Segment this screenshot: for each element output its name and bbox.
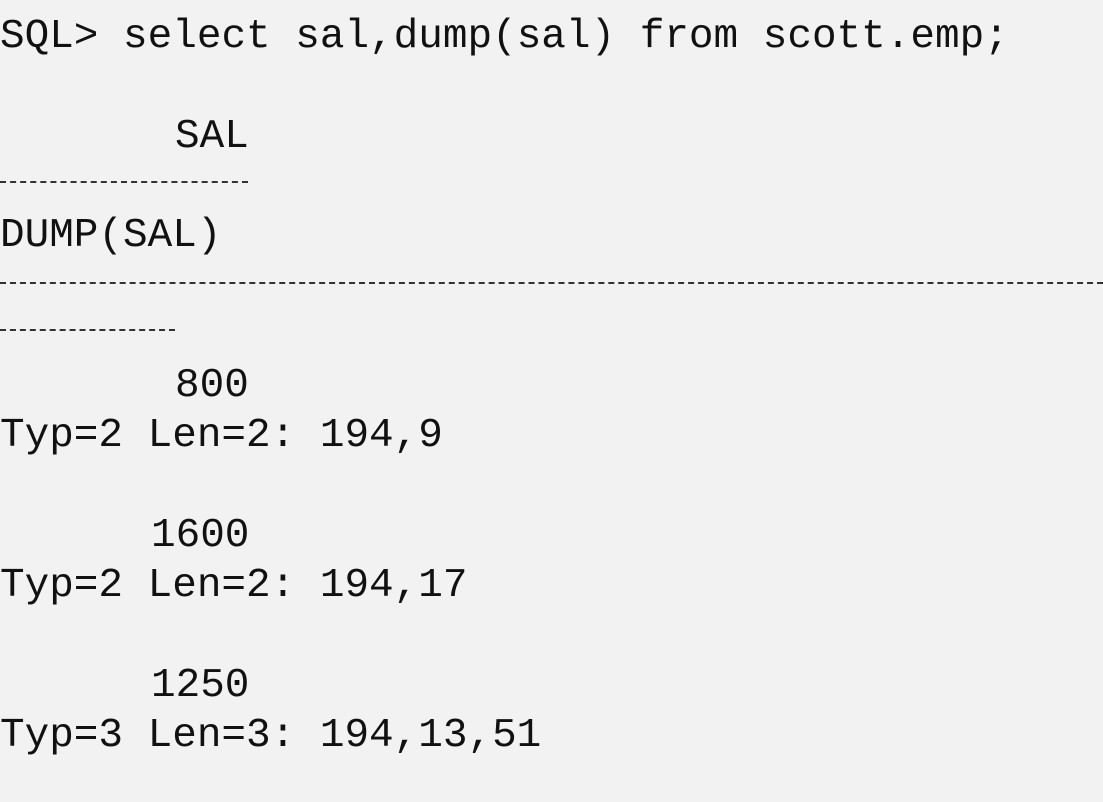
row-1-sal: 800 <box>175 363 249 409</box>
row-3-sal: 1250 <box>151 663 250 709</box>
row-3-dump: Typ=3 Len=3: 194,13,51 <box>0 713 542 759</box>
sqlplus-terminal[interactable]: SQL> select sal,dump(sal) from scott.emp… <box>0 0 1103 802</box>
row-1-dump: Typ=2 Len=2: 194,9 <box>0 413 443 459</box>
column-underline-dump-wrap <box>0 329 175 333</box>
prompt: SQL> <box>0 14 99 60</box>
command-text: select sal,dump(sal) from scott.emp; <box>123 14 1009 60</box>
column-underline-dump <box>0 282 1103 286</box>
command-line: SQL> select sal,dump(sal) from scott.emp… <box>0 12 1009 62</box>
column-header-sal: SAL <box>175 114 249 160</box>
column-underline-sal <box>0 181 248 185</box>
row-2-dump: Typ=2 Len=2: 194,17 <box>0 563 468 609</box>
column-header-dump: DUMP(SAL) <box>0 213 222 259</box>
row-2-sal: 1600 <box>151 513 250 559</box>
